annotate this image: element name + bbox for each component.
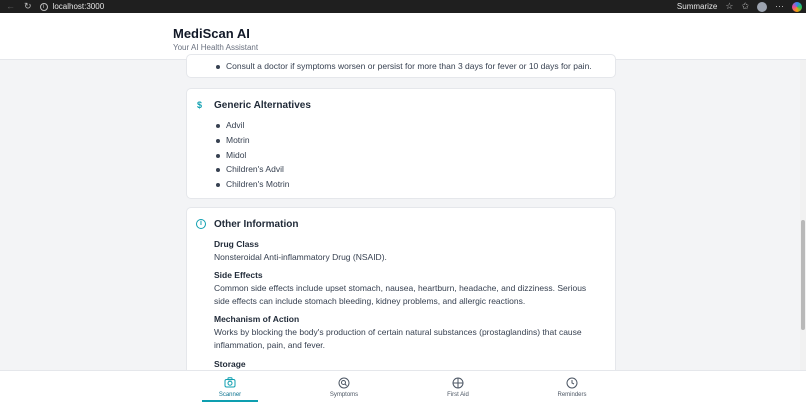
list-item: Motrin <box>214 135 290 145</box>
mechanism-label: Mechanism of Action <box>214 314 300 324</box>
list-item: Advil <box>214 120 290 130</box>
summarize-button[interactable]: Summarize <box>677 2 717 11</box>
other-information-heading: Other Information <box>214 219 299 230</box>
side-effects-text: Common side effects include upset stomac… <box>214 283 587 306</box>
nav-symptoms-label: Symptoms <box>329 392 359 398</box>
info-icon: i <box>196 219 206 229</box>
copilot-icon[interactable] <box>792 1 802 12</box>
storage-label: Storage <box>214 359 246 369</box>
more-menu-icon[interactable]: ⋯ <box>775 2 784 11</box>
browser-toolbar: ← ↻ i localhost:3000 Summarize ☆ ✩ ⋯ <box>0 0 806 13</box>
list-item: Midol <box>214 150 290 160</box>
nav-reminders-label: Reminders <box>557 392 587 398</box>
nav-scanner-label: Scanner <box>218 392 242 398</box>
clock-icon <box>566 377 578 389</box>
browser-actions: Summarize ☆ ✩ ⋯ <box>677 0 802 13</box>
first-aid-icon <box>452 377 464 389</box>
precautions-list: Consult a doctor if symptoms worsen or p… <box>214 61 592 71</box>
drug-class-label: Drug Class <box>214 239 259 249</box>
reload-icon[interactable]: ↻ <box>24 2 32 11</box>
mechanism-text: Works by blocking the body's production … <box>214 327 582 350</box>
app-title: MediScan AI <box>173 26 250 41</box>
symptoms-search-icon <box>338 377 350 389</box>
page-scrollbar[interactable] <box>800 60 806 370</box>
app-header: MediScan AI Your AI Health Assistant <box>0 13 806 60</box>
precautions-card: Consult a doctor if symptoms worsen or p… <box>186 54 616 78</box>
favorite-star-icon[interactable]: ☆ <box>725 2 733 11</box>
side-effects-label: Side Effects <box>214 270 263 280</box>
dollar-icon: $ <box>197 100 203 110</box>
drug-class-text: Nonsteroidal Anti-inflammatory Drug (NSA… <box>214 252 387 262</box>
nav-reminders[interactable]: Reminders <box>532 371 612 405</box>
bottom-nav: Scanner Symptoms First Aid Reminders <box>0 370 806 405</box>
generic-alternatives-list: Advil Motrin Midol Children's Advil Chil… <box>214 120 290 194</box>
browser-nav: ← ↻ <box>0 2 32 11</box>
list-item: Consult a doctor if symptoms worsen or p… <box>214 61 592 71</box>
profile-avatar[interactable] <box>757 1 767 12</box>
back-icon[interactable]: ← <box>6 2 15 11</box>
list-item: Children's Advil <box>214 164 290 174</box>
address-bar[interactable]: i localhost:3000 <box>39 2 105 11</box>
list-item: Children's Motrin <box>214 179 290 189</box>
nav-first-aid-label: First Aid <box>447 392 469 398</box>
camera-icon <box>224 377 236 388</box>
scrollbar-thumb[interactable] <box>801 220 805 330</box>
site-info-icon[interactable]: i <box>39 2 48 11</box>
active-tab-indicator <box>202 400 258 402</box>
generic-alternatives-heading: Generic Alternatives <box>214 100 311 111</box>
app-subtitle: Your AI Health Assistant <box>173 43 259 52</box>
url-text[interactable]: localhost:3000 <box>53 2 105 11</box>
nav-symptoms[interactable]: Symptoms <box>304 371 384 405</box>
favorites-icon[interactable]: ✩ <box>741 2 749 11</box>
generic-alternatives-card: $ Generic Alternatives Advil Motrin Mido… <box>186 88 616 199</box>
nav-first-aid[interactable]: First Aid <box>418 371 498 405</box>
